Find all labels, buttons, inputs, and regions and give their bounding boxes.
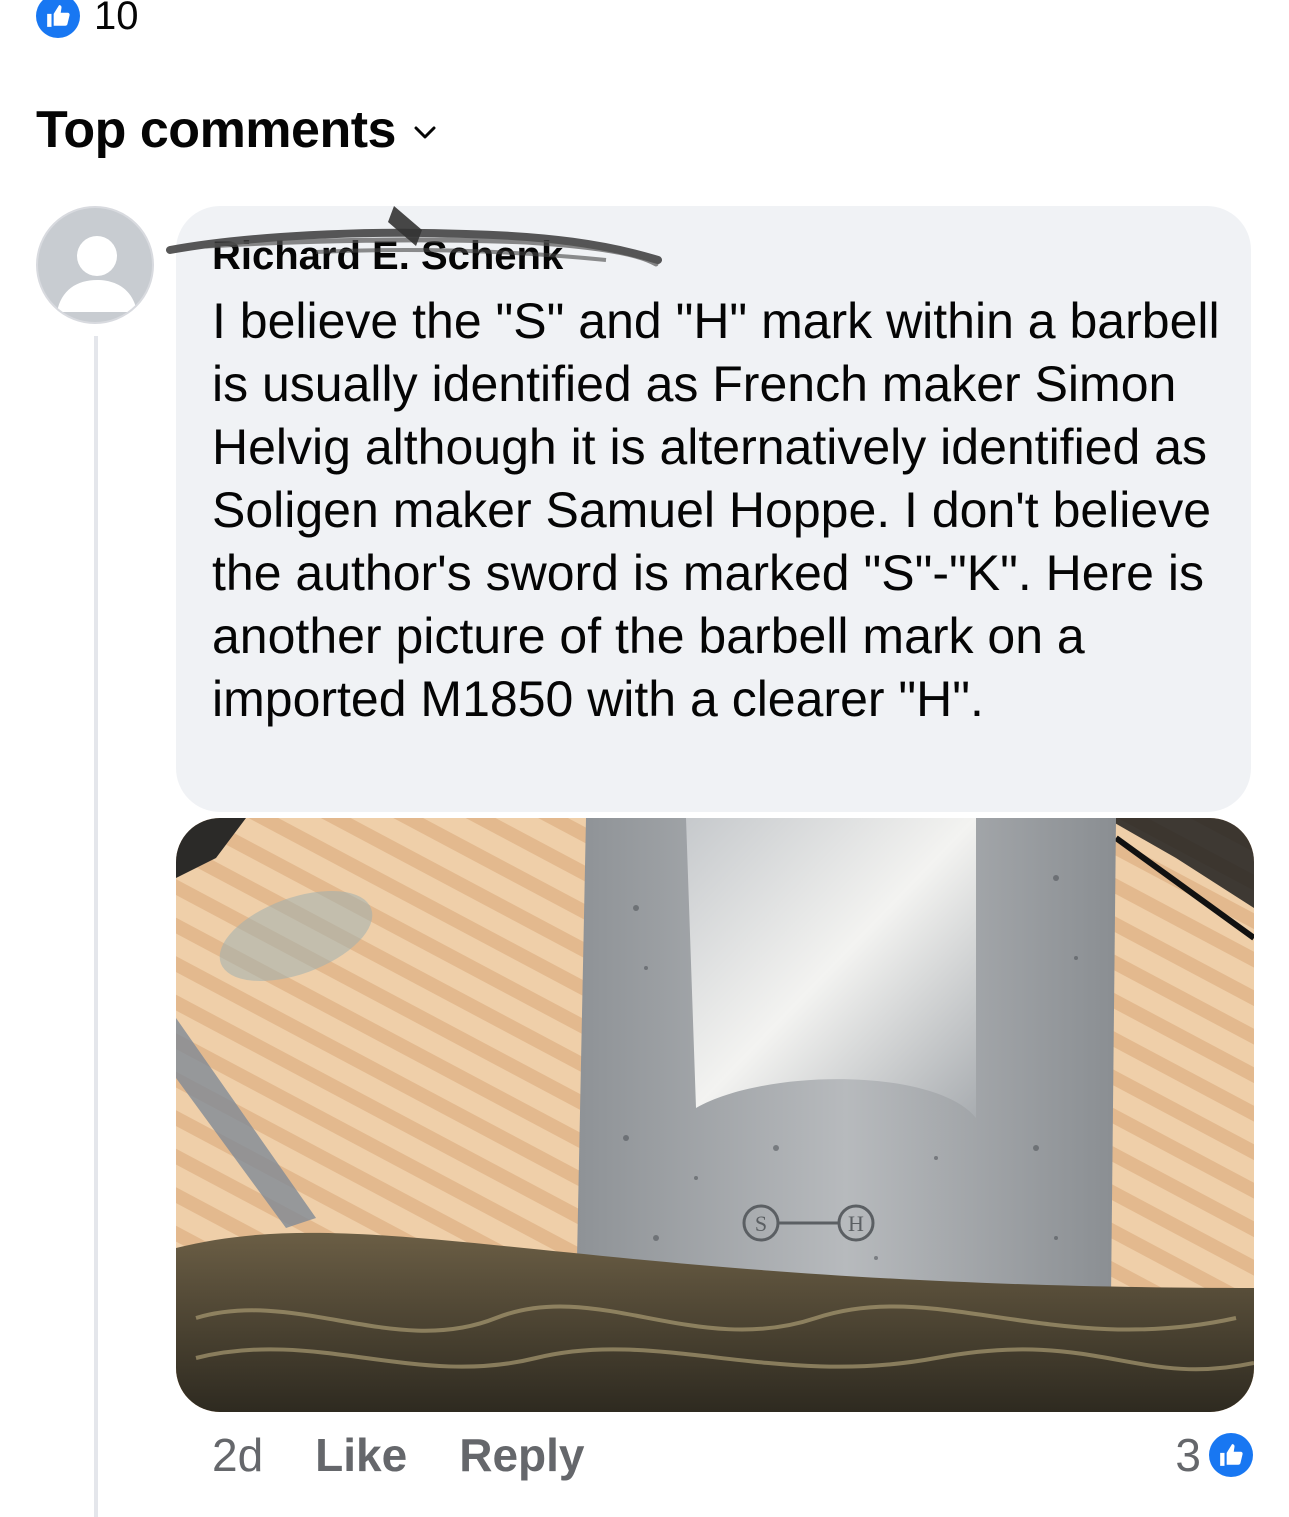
redaction-scribble: [166, 206, 662, 267]
comment-reactions[interactable]: 3: [1175, 1428, 1253, 1482]
comment-actions: 2d Like Reply: [212, 1428, 636, 1482]
comment-reaction-count: 3: [1175, 1429, 1201, 1481]
avatar[interactable]: [36, 206, 154, 324]
like-icon: [36, 0, 80, 38]
comment-timestamp[interactable]: 2d: [212, 1428, 263, 1482]
reply-button[interactable]: Reply: [459, 1428, 584, 1482]
comment-bubble: Richard E. Schenk I believe the "S" and …: [166, 206, 1251, 812]
comment-photo[interactable]: S H: [176, 818, 1254, 1412]
like-icon: [1209, 1433, 1253, 1477]
section-title: Top comments: [36, 101, 396, 159]
stamp-letter-h: H: [848, 1211, 864, 1236]
like-button[interactable]: Like: [315, 1428, 407, 1482]
comment-text: I believe the "S" and "H" mark within a …: [212, 293, 1220, 727]
post-reaction-count: 10: [94, 0, 139, 38]
chevron-down-icon: [414, 126, 436, 145]
comments-sort-dropdown[interactable]: Top comments: [36, 100, 436, 160]
thread-line: [94, 336, 98, 1517]
stamp-letter-s: S: [755, 1211, 767, 1236]
post-reactions[interactable]: 10: [36, 0, 139, 46]
